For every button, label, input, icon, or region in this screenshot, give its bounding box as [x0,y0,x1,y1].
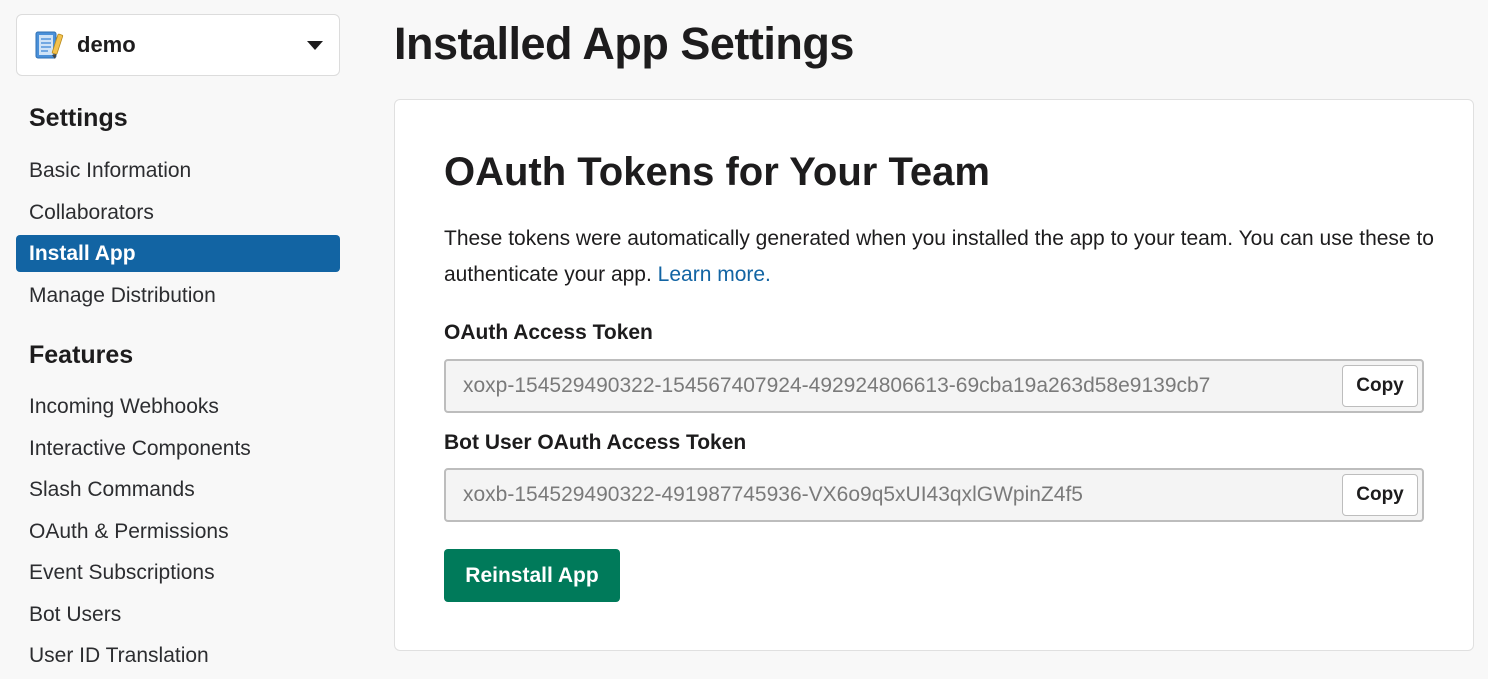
copy-oauth-token-button[interactable]: Copy [1342,365,1418,407]
sidebar-item-interactive-components[interactable]: Interactive Components [16,430,340,467]
bot-token-value[interactable]: xoxb-154529490322-491987745936-VX6o9q5xU… [463,470,1083,520]
notebook-icon [31,28,65,62]
sidebar-item-install-app[interactable]: Install App [16,235,340,272]
sidebar-item-collaborators[interactable]: Collaborators [16,194,340,231]
bot-token-field[interactable]: xoxb-154529490322-491987745936-VX6o9q5xU… [444,468,1424,522]
settings-nav: Basic Information Collaborators Install … [16,152,340,318]
sidebar-item-slash-commands[interactable]: Slash Commands [16,471,340,508]
sidebar-item-user-id-translation[interactable]: User ID Translation [16,637,340,674]
oauth-access-token-label: OAuth Access Token [444,321,653,344]
settings-heading: Settings [29,104,128,132]
chevron-down-icon [307,40,323,50]
sidebar-item-oauth-permissions[interactable]: OAuth & Permissions [16,513,340,550]
learn-more-link[interactable]: Learn more. [658,263,771,286]
bot-token-label: Bot User OAuth Access Token [444,431,747,454]
sidebar-item-bot-users[interactable]: Bot Users [16,596,340,633]
reinstall-app-button[interactable]: Reinstall App [444,549,620,602]
features-nav: Incoming Webhooks Interactive Components… [16,388,340,679]
sidebar-item-manage-distribution[interactable]: Manage Distribution [16,277,340,314]
oauth-tokens-card: OAuth Tokens for Your Team These tokens … [394,99,1474,651]
copy-bot-token-button[interactable]: Copy [1342,474,1418,516]
sidebar: demo Settings Basic Information Collabor… [0,0,360,679]
sidebar-item-basic-information[interactable]: Basic Information [16,152,340,189]
oauth-access-token-field[interactable]: xoxp-154529490322-154567407924-492924806… [444,359,1424,413]
card-title: OAuth Tokens for Your Team [444,150,990,194]
oauth-access-token-value[interactable]: xoxp-154529490322-154567407924-492924806… [463,361,1210,411]
app-name: demo [77,32,136,57]
card-description: These tokens were automatically generate… [444,221,1434,293]
sidebar-item-event-subscriptions[interactable]: Event Subscriptions [16,554,340,591]
app-switcher[interactable]: demo [16,14,340,76]
features-heading: Features [29,341,134,369]
description-text: These tokens were automatically generate… [444,227,1434,286]
page-title: Installed App Settings [394,18,854,69]
sidebar-item-incoming-webhooks[interactable]: Incoming Webhooks [16,388,340,425]
